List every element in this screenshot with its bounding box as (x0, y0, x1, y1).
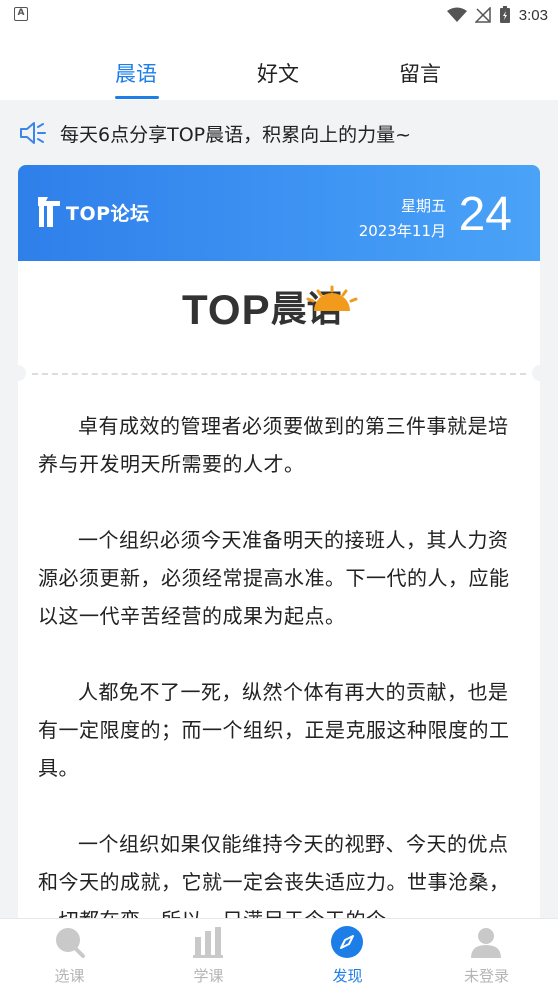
weekday-label: 星期五 (400, 197, 446, 215)
compass-icon (331, 926, 363, 958)
top-tabs: 晨语 好文 留言 (0, 30, 558, 100)
status-bar: A 3:03 (0, 0, 558, 30)
nav-xuanke[interactable]: 选课 (0, 919, 139, 992)
quote-paragraph: 卓有成效的管理者必须要做到的第三件事就是培养与开发明天所需要的人才。 (38, 414, 509, 476)
nav-faxian[interactable]: 发现 (278, 919, 417, 992)
quote-paragraph: 一个组织必须今天准备明天的接班人，其人力资源必须更新，必须经常提高水准。下一代的… (38, 528, 510, 628)
chart-icon (193, 927, 223, 958)
clock: 3:03 (518, 6, 548, 24)
brand-logo: TOP论坛 (36, 195, 150, 229)
top-forum-logo-icon (38, 197, 60, 227)
wifi-icon (446, 7, 467, 22)
brand-text: TOP论坛 (66, 202, 150, 225)
tab-liuyan[interactable]: 留言 (399, 58, 441, 88)
sunrise-icon (306, 285, 358, 311)
day-number: 24 (458, 188, 512, 241)
year-month-label: 2023年11月 (358, 222, 446, 240)
card-header: TOP论坛 星期五 2023年11月 24 (18, 165, 540, 261)
speaker-icon (20, 122, 46, 144)
tab-haowen[interactable]: 好文 (257, 58, 299, 88)
battery-icon (499, 6, 510, 23)
quote-paragraph: 人都免不了一死，纵然个体有再大的贡献，也是有一定限度的；而一个组织，正是克服这种… (38, 680, 510, 780)
quote-content[interactable]: 卓有成效的管理者必须要做到的第三件事就是培养与开发明天所需要的人才。 一个组织必… (18, 383, 540, 943)
ticket-divider (10, 363, 548, 383)
notice-text: 每天6点分享TOP晨语，积累向上的力量~ (60, 124, 412, 146)
search-icon (56, 928, 85, 958)
no-signal-icon (474, 7, 491, 23)
notification-a-icon: A (14, 7, 28, 21)
logo-area: TOP 晨语 (18, 261, 540, 373)
tab-chenyu[interactable]: 晨语 (115, 58, 157, 88)
tab-active-indicator (115, 96, 159, 99)
nav-label: 发现 (332, 967, 363, 985)
nav-xueke[interactable]: 学课 (139, 919, 278, 992)
notch-left (10, 365, 26, 381)
logo-latin: TOP (182, 286, 271, 333)
nav-label: 学课 (193, 967, 224, 985)
status-icons: 3:03 (446, 4, 548, 26)
nav-login[interactable]: 未登录 (417, 919, 556, 992)
nav-label: 选课 (54, 967, 85, 985)
bottom-nav: 选课 学课 发现 未登录 (0, 918, 558, 992)
notch-right (532, 365, 548, 381)
user-icon (471, 928, 501, 958)
nav-label: 未登录 (463, 967, 509, 985)
dashed-line (32, 373, 526, 375)
notice-bar: 每天6点分享TOP晨语，积累向上的力量~ (0, 100, 558, 166)
daily-quote-card: TOP论坛 星期五 2023年11月 24 TOP 晨语 卓有成效的管理者必须要… (10, 165, 548, 943)
